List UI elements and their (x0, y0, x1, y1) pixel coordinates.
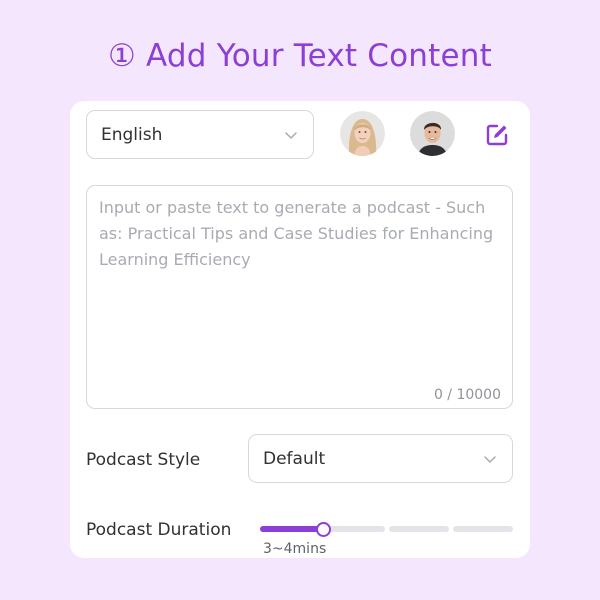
podcast-duration-slider[interactable] (260, 521, 513, 539)
language-select[interactable]: English (86, 110, 314, 159)
chevron-down-icon (285, 131, 297, 139)
podcast-duration-label: Podcast Duration (86, 520, 232, 540)
female-avatar-image (340, 111, 385, 156)
text-content-area: 0 / 10000 (86, 185, 513, 409)
text-content-input[interactable] (87, 186, 512, 408)
chevron-down-icon (484, 455, 496, 463)
slider-fill (260, 526, 324, 532)
slider-segment[interactable] (324, 526, 385, 532)
female-host-avatar[interactable] (340, 111, 385, 156)
podcast-style-select[interactable]: Default (248, 434, 513, 483)
slider-thumb[interactable] (316, 522, 332, 537)
language-select-value: English (101, 124, 163, 145)
male-host-avatar[interactable] (410, 111, 455, 156)
slider-segment[interactable] (452, 526, 513, 532)
podcast-duration-value: 3~4mins (263, 541, 327, 557)
male-avatar-image (410, 111, 455, 156)
character-counter: 0 / 10000 (433, 387, 501, 403)
slider-segment[interactable] (388, 526, 449, 532)
section-heading: ① Add Your Text Content (108, 38, 492, 74)
input-card: English 0 / (70, 101, 530, 558)
edit-icon[interactable] (484, 122, 510, 148)
podcast-style-label: Podcast Style (86, 450, 201, 470)
podcast-style-value: Default (263, 448, 326, 469)
